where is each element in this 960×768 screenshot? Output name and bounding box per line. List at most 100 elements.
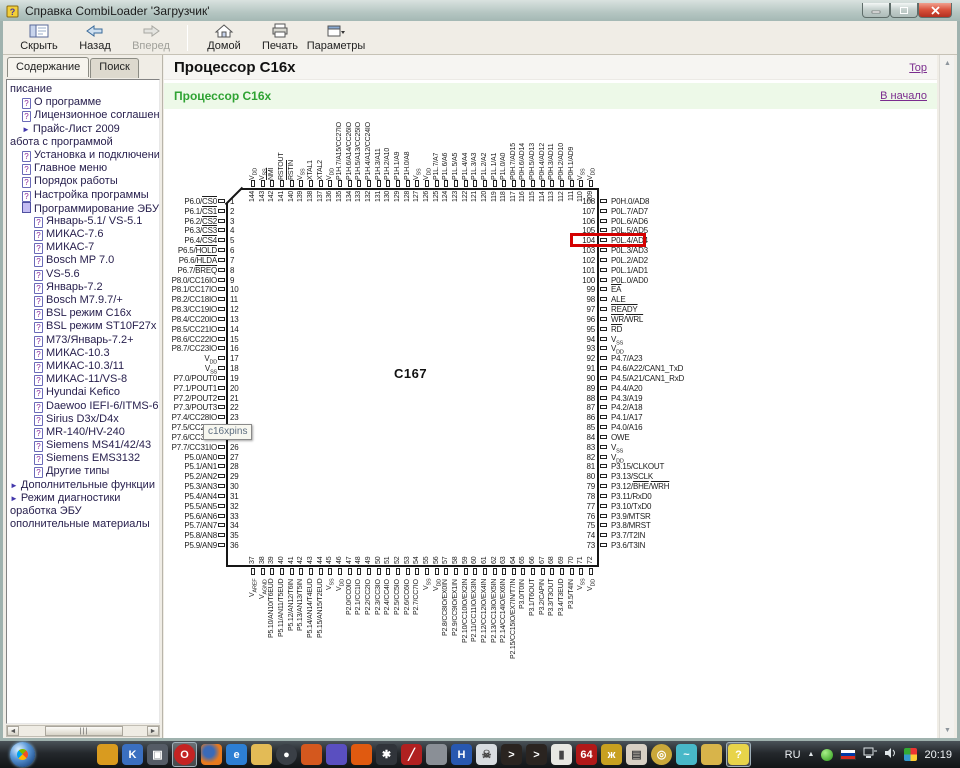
- media-player-icon[interactable]: ●: [276, 744, 297, 765]
- tree-item[interactable]: ?VS-5.6: [7, 268, 159, 281]
- network-icon[interactable]: [863, 747, 877, 762]
- tree-item[interactable]: ?Порядок работы: [7, 175, 159, 188]
- flame-app-icon[interactable]: [351, 744, 372, 765]
- scroll-thumb[interactable]: |||: [45, 726, 123, 736]
- maximize-button[interactable]: [890, 3, 918, 18]
- pin-label: P0H.2/AD10: [557, 112, 567, 180]
- tree-item[interactable]: ?Sirius D3x/D4x: [7, 413, 159, 426]
- tree-item[interactable]: ?О программе: [7, 96, 159, 109]
- tree-item[interactable]: ?Установка и подключение: [7, 149, 159, 162]
- pin-label: P5.5/AN5: [164, 502, 217, 512]
- hide-button[interactable]: Скрыть: [11, 22, 67, 54]
- foobar-icon[interactable]: ~: [676, 744, 697, 765]
- scroll-up-arrow[interactable]: ▲: [941, 56, 954, 70]
- tree-item[interactable]: ?Siemens EMS3132: [7, 452, 159, 465]
- antivirus-tray-icon[interactable]: [821, 749, 833, 761]
- show-hidden-icons-arrow[interactable]: ▲: [808, 751, 815, 758]
- tree-item[interactable]: ?МИКАС-7.6: [7, 228, 159, 241]
- pin-stub: [600, 209, 607, 213]
- x64-app-icon[interactable]: 64: [576, 744, 597, 765]
- tree-item[interactable]: ►Прайс-Лист 2009: [7, 123, 159, 136]
- sidebar-horizontal-scrollbar[interactable]: ◄ ||| ►: [6, 725, 160, 737]
- tree-item[interactable]: ?Январь-7.2: [7, 281, 159, 294]
- home-button[interactable]: Домой: [196, 22, 252, 54]
- tree-item[interactable]: ?МИКАС-7: [7, 241, 159, 254]
- folder-icon[interactable]: [251, 744, 272, 765]
- ie-icon[interactable]: e: [226, 744, 247, 765]
- content-vertical-scrollbar[interactable]: ▲ ▼: [939, 55, 954, 738]
- scroll-left-arrow[interactable]: ◄: [7, 726, 19, 736]
- scroll-right-arrow[interactable]: ►: [147, 726, 159, 736]
- opera-icon[interactable]: O: [174, 744, 195, 765]
- tree-item[interactable]: ?МИКАС-10.3: [7, 347, 159, 360]
- clock[interactable]: 20:19: [924, 749, 952, 761]
- tree-item[interactable]: ?М73/Январь-7.2+: [7, 334, 159, 347]
- search-app-icon[interactable]: ◎: [651, 744, 672, 765]
- help-viewer-icon[interactable]: ?: [728, 744, 749, 765]
- tree-item[interactable]: писание: [7, 83, 159, 96]
- volume-icon[interactable]: [884, 747, 897, 762]
- tree-item[interactable]: ополнительные материалы: [7, 518, 159, 531]
- tree-item[interactable]: ►Режим диагностики: [7, 492, 159, 505]
- tree-item[interactable]: ?MR-140/HV-240: [7, 426, 159, 439]
- ghost-app-icon[interactable]: ☠: [476, 744, 497, 765]
- book-app-icon[interactable]: ▮: [551, 744, 572, 765]
- back-button[interactable]: Назад: [67, 22, 123, 54]
- start-button[interactable]: [10, 742, 35, 767]
- language-indicator[interactable]: RU: [785, 749, 801, 761]
- tree-item[interactable]: ?BSL режим C16x: [7, 307, 159, 320]
- tree-item[interactable]: ?Лицензионное соглашение: [7, 109, 159, 122]
- top-link[interactable]: Top: [909, 62, 927, 74]
- tree-item[interactable]: ?Январь-5.1/ VS-5.1: [7, 215, 159, 228]
- tool-app-icon[interactable]: [426, 744, 447, 765]
- pin-stub: [502, 568, 506, 575]
- photoshop-icon[interactable]: [301, 744, 322, 765]
- pin-label: P2.4/CC4IO: [383, 579, 393, 697]
- close-button[interactable]: [918, 3, 952, 18]
- tree-item[interactable]: абота с программой: [7, 136, 159, 149]
- bug-app-icon[interactable]: ж: [601, 744, 622, 765]
- help-topic-icon: ?: [34, 454, 43, 465]
- kmplayer-icon[interactable]: K: [122, 744, 143, 765]
- film-app-icon[interactable]: ✱: [376, 744, 397, 765]
- tree-item[interactable]: Программирование ЭБУ: [7, 202, 159, 215]
- print-button[interactable]: Печать: [252, 22, 308, 54]
- tab-search[interactable]: Поиск: [90, 58, 138, 78]
- tree-item[interactable]: ?МИКАС-10.3/11: [7, 360, 159, 373]
- minimize-button[interactable]: [862, 3, 890, 18]
- app-tray-icon[interactable]: [904, 748, 917, 761]
- pin-stub: [600, 258, 607, 262]
- tree-item[interactable]: ?Bosch M7.9.7/+: [7, 294, 159, 307]
- tree-item[interactable]: ?Hyundai Kefico: [7, 386, 159, 399]
- title-bar[interactable]: ? Справка CombiLoader 'Загрузчик': [0, 0, 960, 21]
- terminal-icon[interactable]: >: [501, 744, 522, 765]
- tree-item[interactable]: ►Дополнительные функции: [7, 479, 159, 492]
- explorer-folder-icon[interactable]: [701, 744, 722, 765]
- russian-flag-icon[interactable]: [840, 749, 856, 760]
- firefox-icon[interactable]: [201, 744, 222, 765]
- tree-item[interactable]: ?Daewoo IEFI-6/ITMS-6F: [7, 400, 159, 413]
- tree-item[interactable]: ?Другие типы: [7, 465, 159, 478]
- pencil-app-icon[interactable]: ╱: [401, 744, 422, 765]
- security-app-icon[interactable]: [97, 744, 118, 765]
- screenshot-app-icon[interactable]: ▣: [147, 744, 168, 765]
- scroll-down-arrow[interactable]: ▼: [941, 723, 954, 737]
- options-button[interactable]: Параметры: [308, 22, 364, 54]
- messenger-icon[interactable]: [326, 744, 347, 765]
- tree-item[interactable]: ?Bosch MP 7.0: [7, 254, 159, 267]
- pin-stub: [600, 219, 607, 223]
- h-app-icon[interactable]: H: [451, 744, 472, 765]
- pin-number: 62: [490, 549, 500, 564]
- pin-label: P8.3/CC19IO: [164, 305, 217, 315]
- begin-link[interactable]: В начало: [880, 90, 927, 102]
- tree-item[interactable]: ?BSL режим ST10F27x: [7, 320, 159, 333]
- pin-stub: [493, 180, 497, 187]
- tree-item[interactable]: ?Siemens MS41/42/43: [7, 439, 159, 452]
- terminal2-icon[interactable]: >: [526, 744, 547, 765]
- image-viewer-icon[interactable]: ▤: [626, 744, 647, 765]
- tree-item[interactable]: ?Главное меню: [7, 162, 159, 175]
- tree-item[interactable]: оработка ЭБУ: [7, 505, 159, 518]
- tab-contents[interactable]: Содержание: [7, 57, 89, 77]
- tree-item[interactable]: ?МИКАС-11/VS-8: [7, 373, 159, 386]
- tree-item[interactable]: ?Настройка программы: [7, 189, 159, 202]
